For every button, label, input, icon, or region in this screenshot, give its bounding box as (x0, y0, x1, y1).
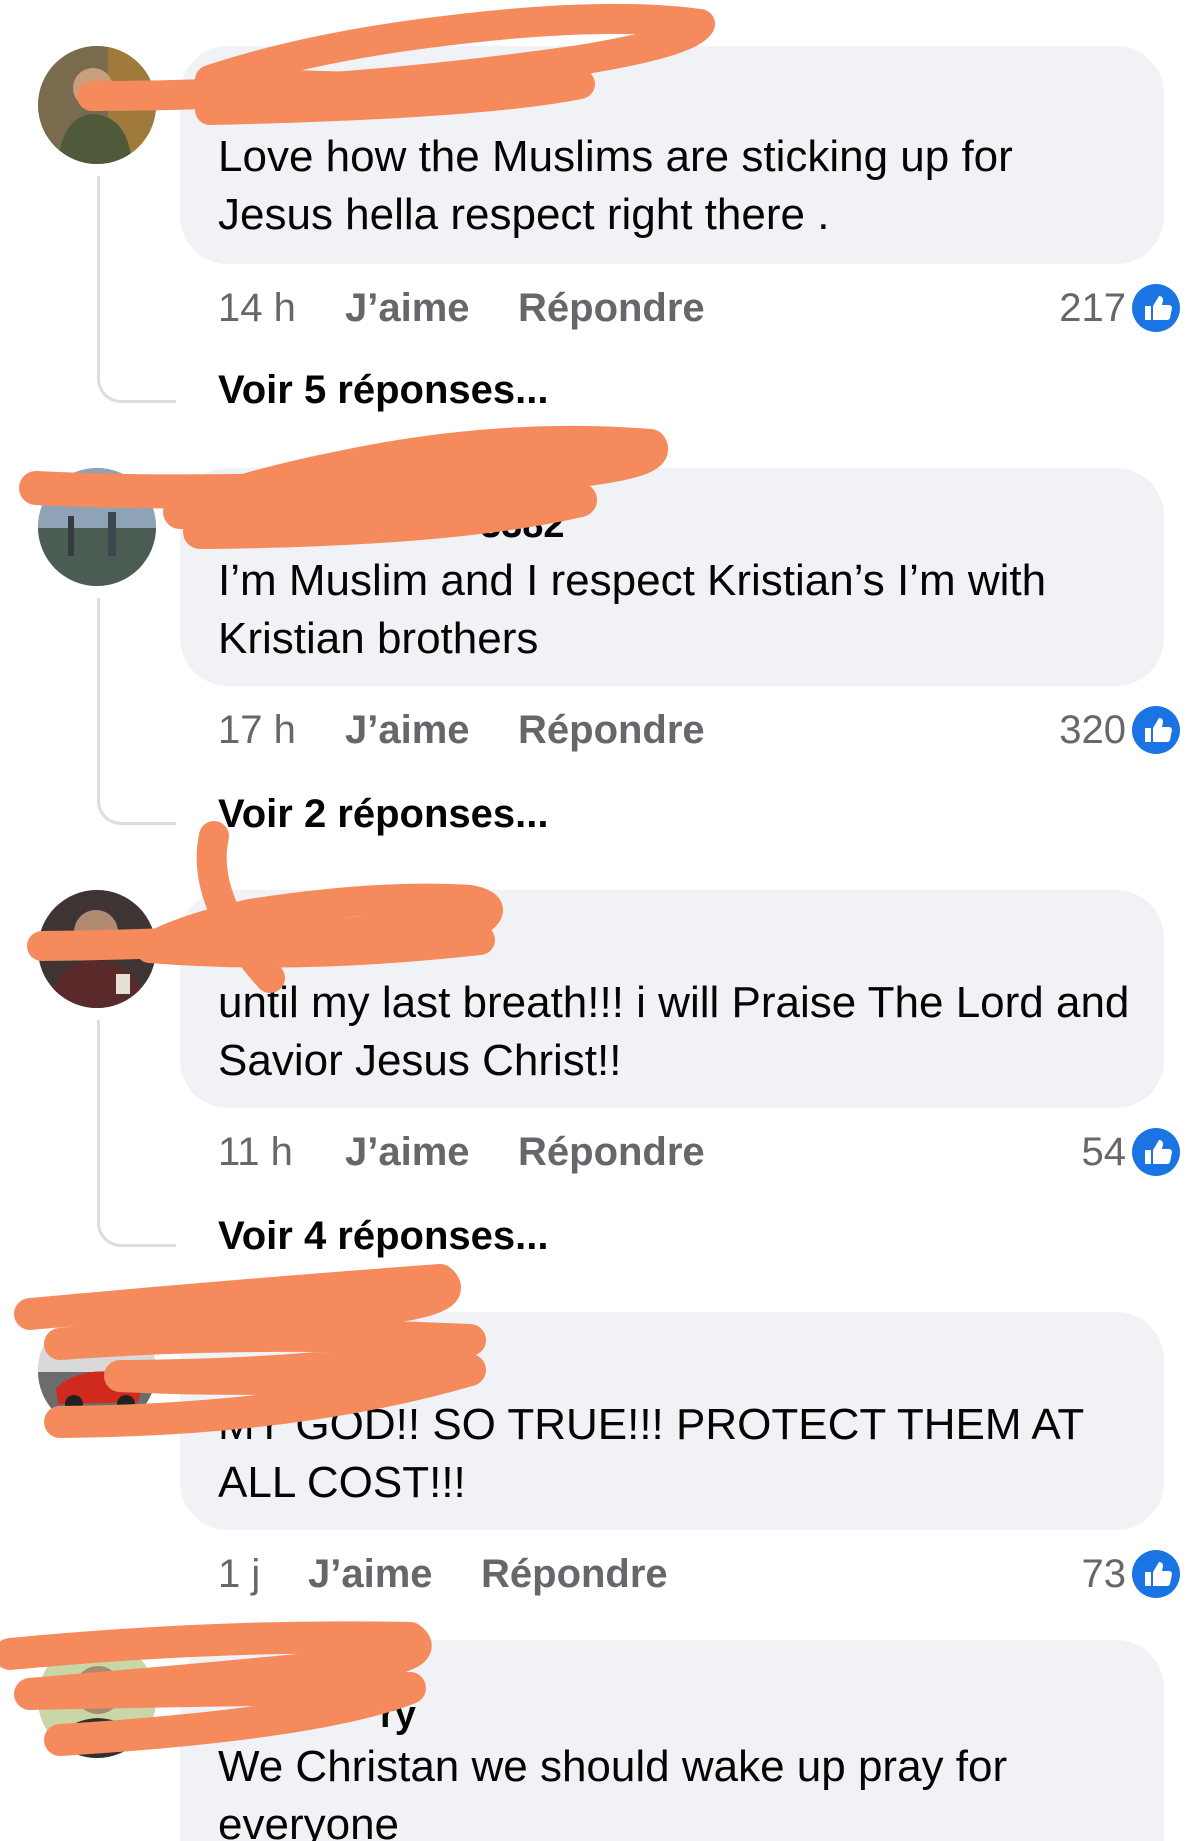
user-avatar[interactable] (38, 1312, 156, 1430)
like-reaction-icon[interactable] (1132, 284, 1180, 332)
like-button[interactable]: J’aime (345, 1124, 470, 1180)
like-reaction-icon[interactable] (1132, 706, 1180, 754)
user-avatar[interactable] (38, 890, 156, 1008)
like-reaction-icon[interactable] (1132, 1128, 1180, 1176)
user-avatar[interactable] (38, 468, 156, 586)
comment-actions: 11 h J’aime Répondre 54 (0, 1124, 1200, 1180)
view-replies-link[interactable]: Voir 4 réponses... (218, 1208, 549, 1264)
comment-time[interactable]: 11 h (218, 1124, 293, 1180)
comment-text: MY GOD!! SO TRUE!!! PROTECT THEM AT ALL … (218, 1400, 1084, 1507)
drag-handle[interactable] (540, 22, 660, 32)
comment-actions: 1 j J’aime Répondre 73 (0, 1546, 1200, 1602)
like-reaction-icon[interactable] (1132, 1550, 1180, 1598)
comment-text: I’m Muslim and I respect Kristian’s I’m … (218, 556, 1047, 663)
comment-author[interactable]: 3382 (480, 504, 565, 547)
like-button[interactable]: J’aime (308, 1546, 433, 1602)
reaction-count[interactable]: 320 (1059, 702, 1126, 758)
comments-sheet: Nic Love how the Muslims are sticking up… (0, 0, 1200, 1841)
reply-button[interactable]: Répondre (518, 1124, 705, 1180)
comment-author[interactable]: Nic (218, 82, 277, 125)
comment-text: Love how the Muslims are sticking up for… (218, 132, 1013, 239)
comment-bubble[interactable]: 3382 I’m Muslim and I respect Kristian’s… (180, 468, 1164, 686)
comment-time[interactable]: 17 h (218, 702, 296, 758)
comment-bubble[interactable]: until my last breath!!! i will Praise Th… (180, 890, 1164, 1108)
comment-time[interactable]: 14 h (218, 280, 296, 336)
like-button[interactable]: J’aime (345, 702, 470, 758)
comment-text: until my last breath!!! i will Praise Th… (218, 978, 1130, 1085)
reaction-count[interactable]: 217 (1059, 280, 1126, 336)
reply-button[interactable]: Répondre (518, 280, 705, 336)
reaction-count[interactable]: 73 (1082, 1546, 1127, 1602)
comment-actions: 17 h J’aime Répondre 320 (0, 702, 1200, 758)
reaction-count[interactable]: 54 (1082, 1124, 1127, 1180)
reply-button[interactable]: Répondre (481, 1546, 668, 1602)
view-replies-link[interactable]: Voir 2 réponses... (218, 786, 549, 842)
comment-time[interactable]: 1 j (218, 1546, 260, 1602)
user-avatar[interactable] (38, 1640, 156, 1758)
like-button[interactable]: J’aime (345, 280, 470, 336)
reply-button[interactable]: Répondre (518, 702, 705, 758)
comment-bubble[interactable]: Nic Love how the Muslims are sticking up… (180, 46, 1164, 264)
comment-actions: 14 h J’aime Répondre 217 (0, 280, 1200, 336)
comment-text: We Christan we should wake up pray for e… (218, 1742, 1008, 1841)
user-avatar[interactable] (38, 46, 156, 164)
view-replies-link[interactable]: Voir 5 réponses... (218, 362, 549, 418)
comment-bubble[interactable]: ry We Christan we should wake up pray fo… (180, 1640, 1164, 1841)
comment-author[interactable]: ry (380, 1694, 416, 1737)
comment-bubble[interactable]: MY GOD!! SO TRUE!!! PROTECT THEM AT ALL … (180, 1312, 1164, 1530)
